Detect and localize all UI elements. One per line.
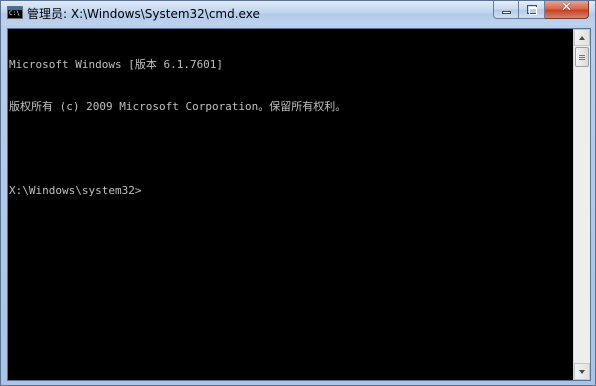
cmd-icon[interactable]: C:\ — [7, 6, 23, 19]
scroll-up-button[interactable] — [574, 29, 590, 46]
console-area[interactable]: Microsoft Windows [版本 6.1.7601] 版权所有 (c)… — [7, 28, 591, 381]
cmd-window: C:\ 管理员: X:\Windows\System32\cmd.exe ✕ M… — [0, 0, 596, 386]
window-title: 管理员: X:\Windows\System32\cmd.exe — [27, 7, 260, 21]
cmd-icon-text: C:\ — [9, 10, 20, 17]
grip-line — [579, 55, 585, 56]
vertical-scrollbar[interactable] — [573, 29, 590, 380]
scroll-down-button[interactable] — [574, 363, 590, 380]
command-prompt[interactable]: X:\Windows\system32> — [9, 184, 573, 198]
close-icon: ✕ — [561, 0, 572, 15]
close-button[interactable]: ✕ — [545, 0, 589, 19]
minimize-icon — [502, 11, 511, 14]
scrollbar-thumb[interactable] — [575, 47, 589, 67]
console-output[interactable]: Microsoft Windows [版本 6.1.7601] 版权所有 (c)… — [8, 29, 573, 380]
grip-line — [579, 57, 585, 58]
scroll-up-arrow-icon — [579, 36, 585, 40]
title-bar[interactable]: C:\ 管理员: X:\Windows\System32\cmd.exe ✕ — [1, 0, 595, 25]
maximize-button[interactable] — [519, 1, 545, 19]
scroll-down-arrow-icon — [579, 370, 585, 374]
minimize-button[interactable] — [493, 1, 519, 19]
maximize-icon — [527, 5, 537, 15]
window-controls: ✕ — [493, 0, 589, 19]
console-line: 版权所有 (c) 2009 Microsoft Corporation。保留所有… — [9, 100, 347, 113]
grip-line — [579, 59, 585, 60]
console-line: Microsoft Windows [版本 6.1.7601] — [9, 58, 224, 71]
